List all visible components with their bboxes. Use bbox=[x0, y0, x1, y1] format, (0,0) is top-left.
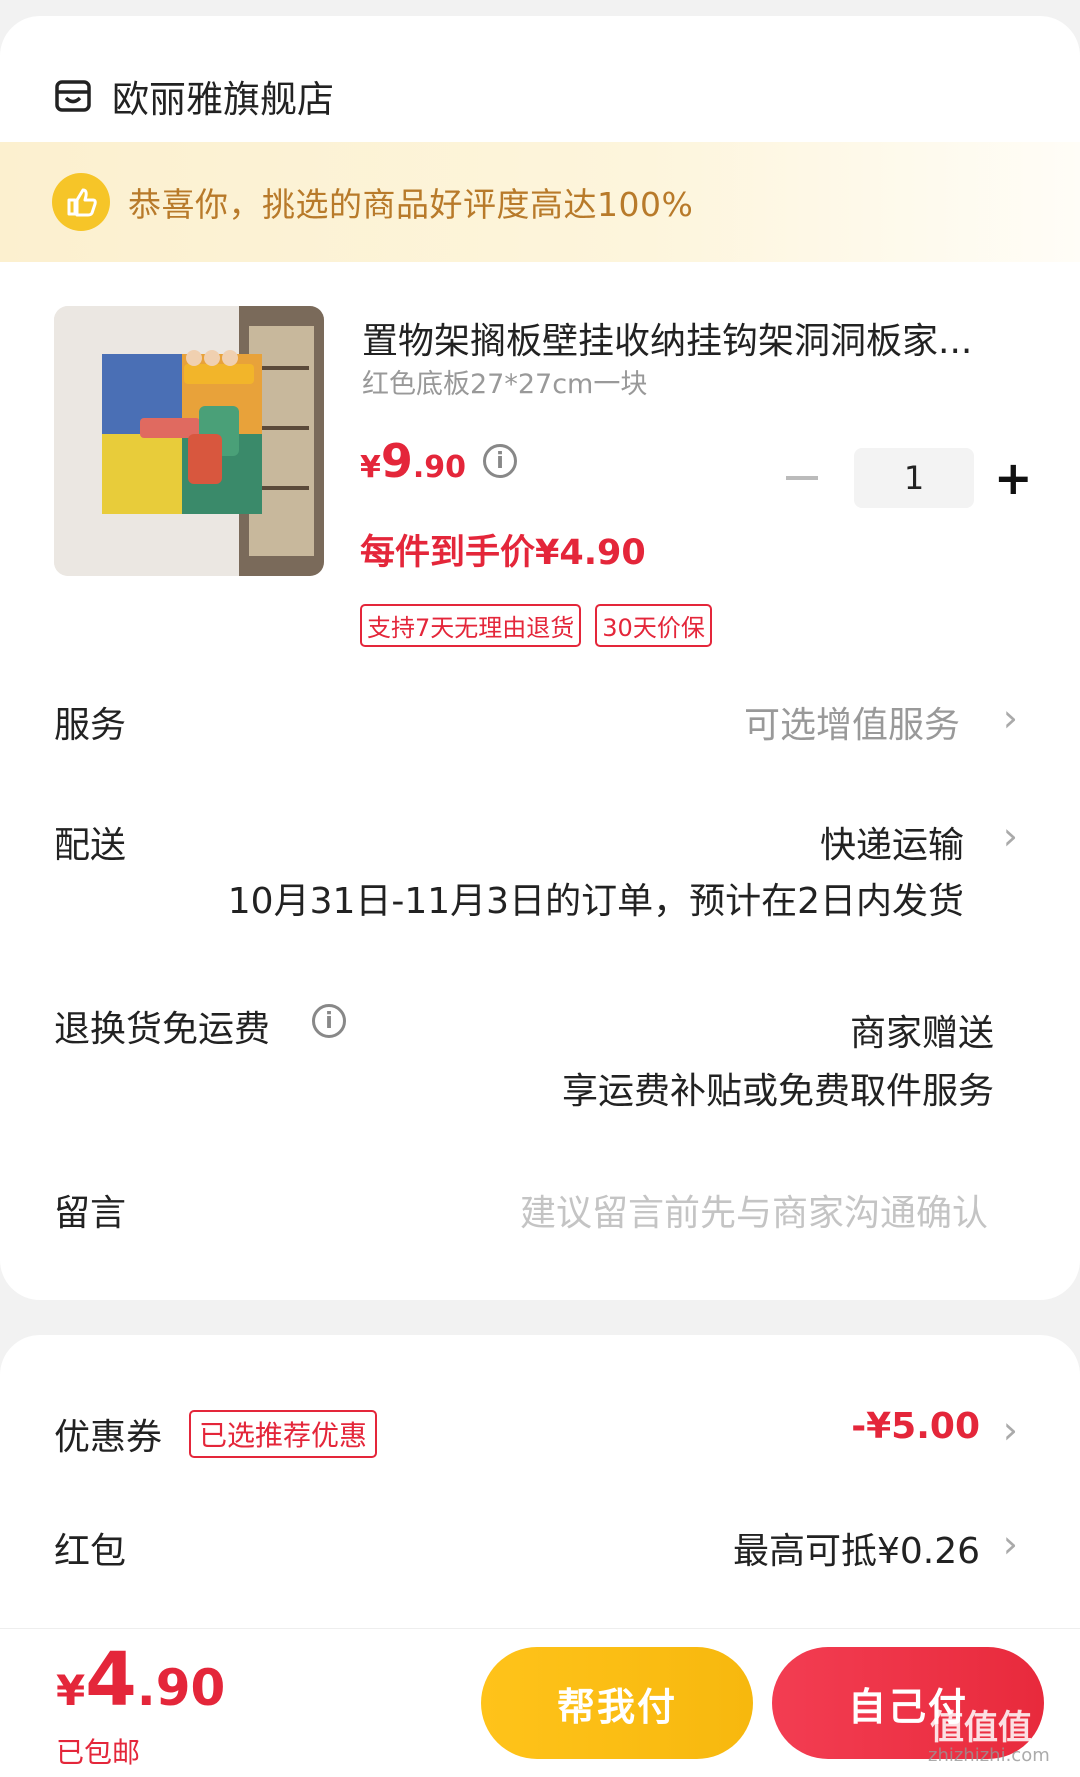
delivery-label: 配送 bbox=[54, 825, 127, 866]
chevron-right-icon[interactable]: › bbox=[1003, 814, 1018, 858]
product-price: ¥ 9 .90 bbox=[360, 434, 466, 488]
plus-icon[interactable]: + bbox=[994, 455, 1033, 501]
total-decimal: .90 bbox=[136, 1659, 226, 1717]
minus-icon[interactable] bbox=[786, 476, 818, 480]
tag-price-protect: 30天价保 bbox=[595, 604, 712, 647]
order-card: 欧丽雅旗舰店 恭喜你，挑选的商品好评度高达100% 置物架搁板壁挂收纳挂钩架洞洞… bbox=[0, 16, 1080, 1300]
red-packet-label: 红包 bbox=[54, 1531, 127, 1572]
product-spec[interactable]: 红色底板27*27cm一块 bbox=[362, 362, 647, 401]
final-price: 每件到手价¥4.90 bbox=[360, 533, 646, 573]
coupon-label: 优惠券 bbox=[54, 1417, 163, 1458]
checkout-bar: ¥ 4 .90 已包邮 帮我付 自己付 bbox=[0, 1628, 1080, 1777]
return-info-icon[interactable]: i bbox=[312, 1004, 346, 1038]
return-shipping-note: 享运费补贴或免费取件服务 bbox=[561, 1071, 994, 1112]
watermark-url: zhizhizhi.com bbox=[928, 1745, 1050, 1766]
watermark-logo: 值值值 bbox=[930, 1708, 1032, 1748]
service-value[interactable]: 可选增值服务 bbox=[744, 696, 960, 748]
service-tags: 支持7天无理由退货 30天价保 bbox=[360, 604, 712, 647]
delivery-value[interactable]: 快递运输 bbox=[820, 816, 964, 868]
product-title[interactable]: 置物架搁板壁挂收纳挂钩架洞洞板家... bbox=[362, 312, 1012, 364]
price-integer: 9 bbox=[380, 434, 413, 488]
return-shipping-value: 商家赠送 bbox=[849, 1013, 994, 1054]
quantity-stepper: 1 + bbox=[786, 448, 1033, 508]
delivery-note: 10月31日-11月3日的订单，预计在2日内发货 bbox=[227, 881, 964, 922]
price-info-icon[interactable]: i bbox=[483, 444, 517, 478]
total-integer: 4 bbox=[85, 1637, 137, 1723]
quantity-input[interactable]: 1 bbox=[854, 448, 974, 508]
product-image[interactable] bbox=[54, 306, 324, 576]
red-packet-value[interactable]: 最高可抵¥0.26 bbox=[733, 1522, 980, 1574]
chevron-right-icon[interactable]: › bbox=[1003, 1522, 1018, 1566]
price-decimal: .90 bbox=[412, 450, 467, 485]
store-icon bbox=[55, 80, 91, 112]
service-label: 服务 bbox=[54, 705, 127, 746]
shipping-status: 已包邮 bbox=[56, 1736, 141, 1769]
return-shipping-label: 退换货免运费 bbox=[54, 1009, 271, 1050]
chevron-right-icon[interactable]: › bbox=[1003, 1408, 1018, 1452]
coupon-badge: 已选推荐优惠 bbox=[189, 1410, 378, 1458]
total-price: ¥ 4 .90 bbox=[56, 1637, 225, 1723]
chevron-right-icon[interactable]: › bbox=[1003, 696, 1018, 740]
message-label: 留言 bbox=[54, 1193, 127, 1234]
message-input[interactable]: 建议留言前先与商家沟通确认 bbox=[520, 1184, 988, 1236]
total-currency: ¥ bbox=[56, 1666, 86, 1715]
tag-return: 支持7天无理由退货 bbox=[360, 604, 582, 647]
help-pay-button[interactable]: 帮我付 bbox=[481, 1647, 753, 1759]
price-currency: ¥ bbox=[360, 450, 381, 485]
coupon-value[interactable]: -¥5.00 bbox=[851, 1406, 980, 1447]
banner-text: 恭喜你，挑选的商品好评度高达100% bbox=[128, 185, 694, 224]
store-header[interactable]: 欧丽雅旗舰店 bbox=[54, 66, 334, 126]
rating-banner: 恭喜你，挑选的商品好评度高达100% bbox=[0, 142, 1080, 262]
discount-card bbox=[0, 1335, 1080, 1635]
thumbs-up-icon bbox=[52, 173, 110, 231]
store-name: 欧丽雅旗舰店 bbox=[112, 78, 334, 121]
